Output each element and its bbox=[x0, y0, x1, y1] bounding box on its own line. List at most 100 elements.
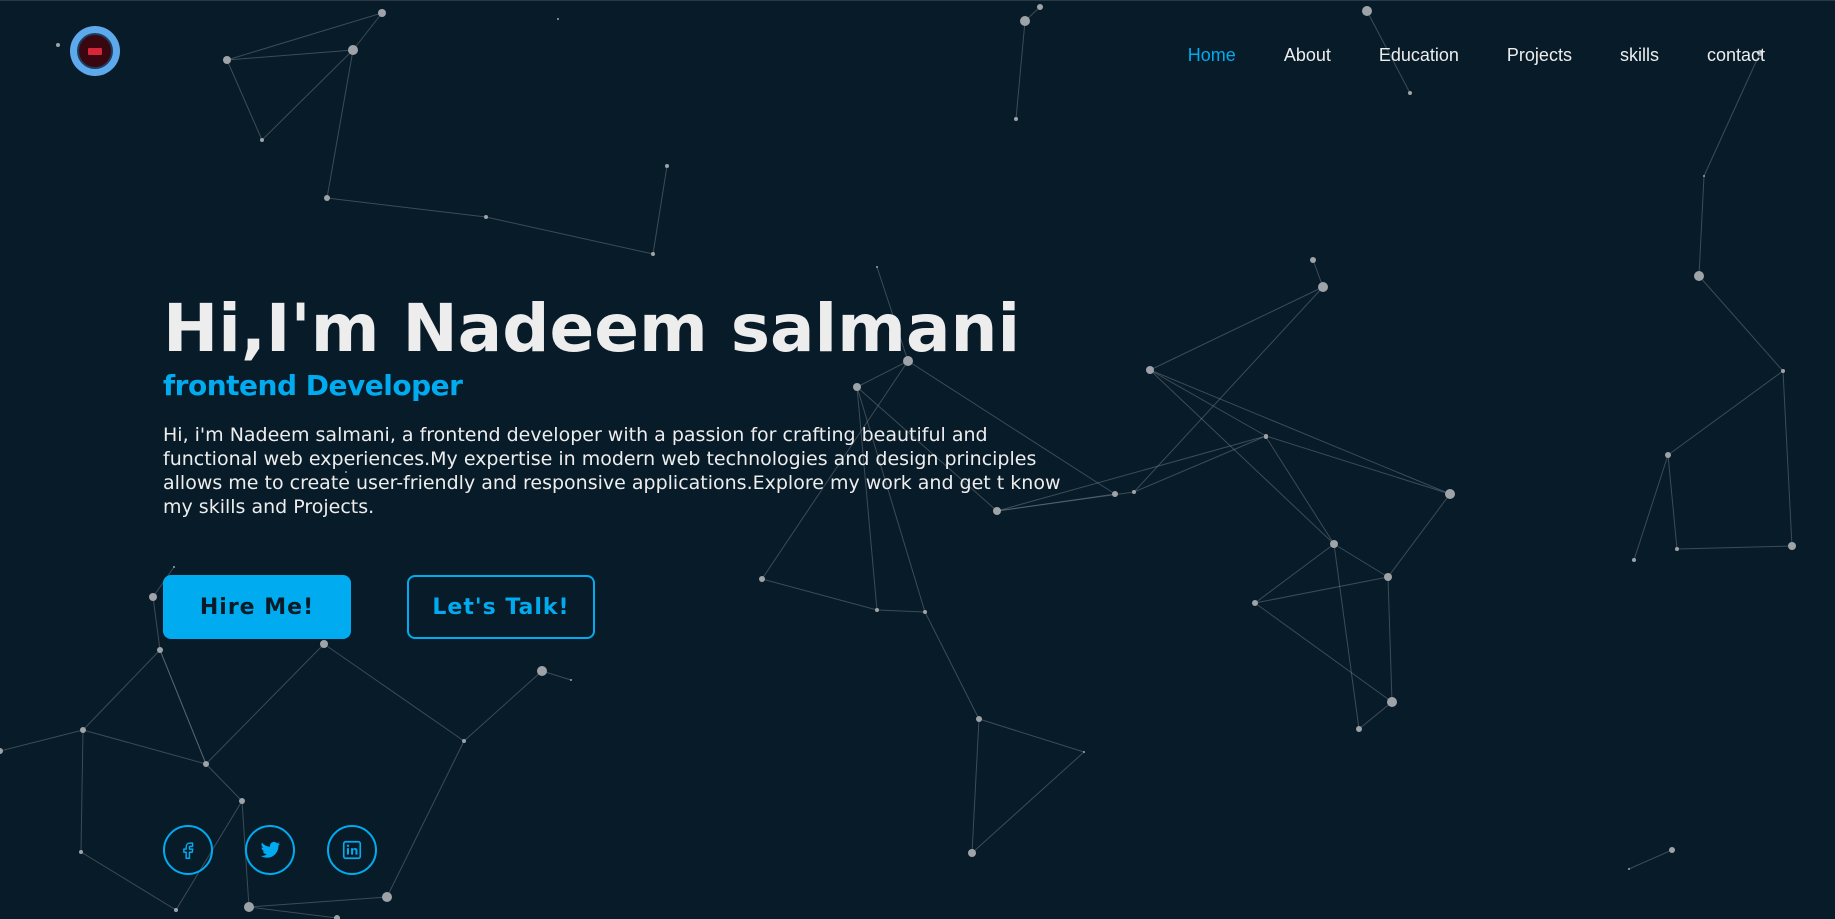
particle-link bbox=[876, 609, 926, 613]
particle-dot bbox=[557, 18, 559, 20]
particle-link bbox=[205, 643, 325, 765]
particle-link bbox=[1667, 454, 1678, 550]
particle-dot bbox=[976, 716, 982, 722]
particle-link bbox=[1254, 543, 1335, 604]
particle-dot bbox=[157, 647, 163, 653]
particle-dot bbox=[1037, 4, 1043, 10]
particle-dot bbox=[320, 640, 328, 648]
nav-link-skills[interactable]: skills bbox=[1620, 43, 1659, 67]
particle-link bbox=[978, 718, 1085, 753]
nav-link-projects[interactable]: Projects bbox=[1507, 43, 1572, 67]
nav-link-education[interactable]: Education bbox=[1379, 43, 1459, 67]
particle-link bbox=[82, 729, 207, 765]
particle-link bbox=[226, 49, 354, 61]
particle-link bbox=[159, 649, 207, 765]
particle-link bbox=[1782, 370, 1793, 547]
particle-link bbox=[1149, 369, 1335, 545]
particle-dot bbox=[1132, 490, 1136, 494]
particle-link bbox=[971, 751, 1085, 854]
particle-dot bbox=[875, 608, 879, 612]
particle-dot bbox=[244, 902, 254, 912]
particle-dot bbox=[1781, 369, 1785, 373]
particle-link bbox=[205, 763, 243, 802]
particle-link bbox=[352, 12, 383, 51]
particle-dot bbox=[173, 566, 175, 568]
particle-dot bbox=[1694, 271, 1704, 281]
hire-me-button[interactable]: Hire Me! bbox=[163, 575, 351, 639]
particle-dot bbox=[382, 892, 392, 902]
particle-link bbox=[0, 729, 84, 752]
nav-link-contact[interactable]: contact bbox=[1707, 43, 1765, 67]
particle-dot bbox=[968, 849, 976, 857]
nav-link-about[interactable]: About bbox=[1284, 43, 1331, 67]
linkedin-link[interactable] bbox=[327, 825, 377, 875]
site-logo[interactable] bbox=[70, 26, 120, 76]
logo-badge-icon bbox=[77, 33, 113, 69]
particle-link bbox=[1265, 436, 1335, 545]
lets-talk-button[interactable]: Let's Talk! bbox=[407, 575, 595, 639]
particle-dot bbox=[484, 215, 488, 219]
particle-dot bbox=[1703, 175, 1705, 177]
particle-link bbox=[1628, 849, 1673, 870]
particle-dot bbox=[1675, 547, 1679, 551]
particle-dot bbox=[1014, 117, 1018, 121]
twitter-icon bbox=[260, 841, 280, 858]
particle-link bbox=[485, 216, 654, 255]
hero-subtitle: frontend Developer bbox=[163, 369, 463, 402]
particle-link bbox=[1667, 370, 1784, 456]
particle-link bbox=[1133, 435, 1267, 493]
particle-link bbox=[1698, 275, 1784, 372]
facebook-icon bbox=[183, 842, 194, 859]
particle-dot bbox=[174, 908, 178, 912]
hero-title: Hi,I'm Nadeem salmani bbox=[163, 290, 1021, 367]
particle-dot bbox=[79, 850, 83, 854]
particle-dot bbox=[876, 266, 878, 268]
particle-dot bbox=[1445, 489, 1455, 499]
particle-link bbox=[323, 643, 465, 742]
particle-dot bbox=[239, 798, 245, 804]
particle-link bbox=[80, 729, 84, 853]
particle-link bbox=[1333, 543, 1389, 578]
facebook-link[interactable] bbox=[163, 825, 213, 875]
particle-link bbox=[248, 896, 388, 908]
particle-link bbox=[1149, 369, 1451, 495]
particle-dot bbox=[378, 9, 386, 17]
hero-description: Hi, i'm Nadeem salmani, a frontend devel… bbox=[163, 424, 1061, 518]
particle-link bbox=[924, 611, 980, 720]
particle-dot bbox=[651, 252, 655, 256]
particle-dot bbox=[462, 739, 466, 743]
particle-dot bbox=[537, 666, 547, 676]
particle-dot bbox=[570, 679, 572, 681]
particle-dot bbox=[80, 727, 86, 733]
twitter-link[interactable] bbox=[245, 825, 295, 875]
particle-dot bbox=[1632, 558, 1636, 562]
particle-link bbox=[1254, 602, 1393, 703]
particle-dot bbox=[0, 748, 3, 754]
particle-link bbox=[1387, 576, 1393, 703]
particle-dot bbox=[324, 195, 330, 201]
particle-link bbox=[82, 649, 161, 731]
particle-dot bbox=[1356, 726, 1362, 732]
particle-link bbox=[226, 12, 383, 61]
particle-dot bbox=[1083, 751, 1085, 753]
particle-link bbox=[1633, 454, 1669, 561]
particle-link bbox=[386, 740, 465, 898]
social-links bbox=[163, 825, 377, 875]
particle-link bbox=[326, 197, 487, 218]
particle-dot bbox=[1669, 847, 1675, 853]
particle-link bbox=[1703, 52, 1761, 177]
particle-link bbox=[1676, 545, 1793, 550]
particle-dot bbox=[1252, 600, 1258, 606]
particle-dot bbox=[1788, 542, 1796, 550]
particle-link bbox=[463, 670, 543, 742]
nav-link-home[interactable]: Home bbox=[1188, 43, 1236, 67]
particle-dot bbox=[1146, 366, 1154, 374]
particle-link bbox=[1015, 20, 1026, 120]
particle-dot bbox=[334, 915, 340, 919]
particle-dot bbox=[923, 610, 927, 614]
particle-link bbox=[652, 165, 668, 255]
particle-link bbox=[761, 578, 878, 611]
particle-dot bbox=[56, 43, 60, 47]
particle-dot bbox=[348, 45, 358, 55]
particle-link bbox=[226, 59, 263, 141]
